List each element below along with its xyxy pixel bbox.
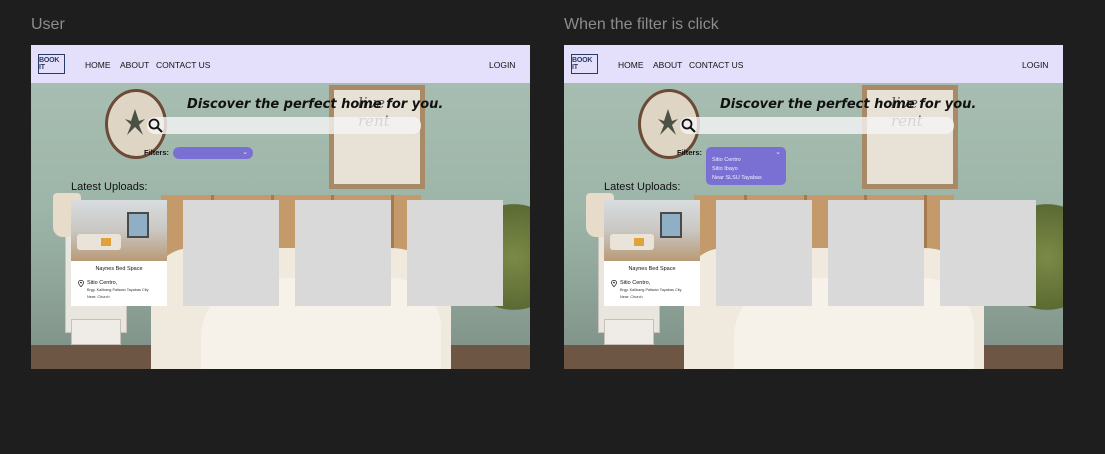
user-screen: BOOK IT HOME ABOUT CONTACT US LOGIN live… [31,45,530,369]
listing-photo [604,200,700,261]
latest-uploads-title: Latest Uploads: [71,181,148,193]
logo-text: BOOK IT [572,57,593,71]
listing-address: Sitio Centro, [87,280,118,286]
listing-address-detail: Brgy. Kalibang Paliwan Tayabas City [620,288,682,292]
nightstand-drawer [71,319,121,345]
logo[interactable]: BOOK IT [38,54,65,74]
listing-address: Sitio Centro, [620,280,651,286]
filter-open-screen: BOOK IT HOME ABOUT CONTACT US LOGIN live… [564,45,1063,369]
navbar: BOOK IT HOME ABOUT CONTACT US LOGIN [31,45,530,83]
listing-landmark: Near: Church [87,295,110,299]
placeholder-card[interactable] [183,200,279,306]
listing-address-detail: Brgy. Kalibang Paliwan Tayabas City [87,288,149,292]
placeholder-card[interactable] [716,200,812,306]
pillow [634,238,644,246]
filter-dropdown[interactable]: ⌄ [173,147,253,159]
window [660,212,682,238]
tagline: Discover the perfect home for you. [720,97,977,112]
logo-text: BOOK IT [39,57,60,71]
logo[interactable]: BOOK IT [571,54,598,74]
sofa [77,234,121,250]
sofa [610,234,654,250]
placeholder-card[interactable] [407,200,503,306]
tagline: Discover the perfect home for you. [187,97,444,112]
nav-about-link[interactable]: ABOUT [653,60,682,70]
chevron-down-icon: ⌄ [775,148,781,156]
filters-label: Filters: [144,148,170,157]
frame-title-filter-open: When the filter is click [564,16,719,33]
filter-option[interactable]: Sitio Centro [712,157,741,163]
listing-photo [71,200,167,261]
location-pin-icon [611,280,617,287]
placeholder-card[interactable] [940,200,1036,306]
leaf-decoration [125,109,145,135]
filter-option[interactable]: Near SLSU Tayabas [712,175,762,181]
search-icon[interactable] [681,118,697,134]
filter-dropdown-open[interactable]: ⌄ Sitio Centro Sitio Ibayo Near SLSU Tay… [706,147,786,185]
nav-about-link[interactable]: ABOUT [120,60,149,70]
nav-login-link[interactable]: LOGIN [1022,60,1048,70]
listing-name: Naynes Bed Space [95,266,143,272]
nav-login-link[interactable]: LOGIN [489,60,515,70]
search-input[interactable] [680,117,954,134]
nav-home-link[interactable]: HOME [618,60,644,70]
placeholder-card[interactable] [828,200,924,306]
nav-contact-link[interactable]: CONTACT US [156,60,210,70]
nav-home-link[interactable]: HOME [85,60,111,70]
location-pin-icon [78,280,84,287]
leaf-decoration [658,109,678,135]
window [127,212,149,238]
listing-name: Naynes Bed Space [628,266,676,272]
pillow [101,238,111,246]
listing-card[interactable]: Naynes Bed Space Sitio Centro, Brgy. Kal… [71,200,167,306]
listing-landmark: Near: Church [620,295,643,299]
nav-contact-link[interactable]: CONTACT US [689,60,743,70]
search-icon[interactable] [148,118,164,134]
search-input[interactable] [147,117,421,134]
filter-option[interactable]: Sitio Ibayo [712,166,738,172]
latest-uploads-title: Latest Uploads: [604,181,681,193]
listing-card[interactable]: Naynes Bed Space Sitio Centro, Brgy. Kal… [604,200,700,306]
chevron-down-icon: ⌄ [242,148,248,156]
filters-label: Filters: [677,148,703,157]
navbar: BOOK IT HOME ABOUT CONTACT US LOGIN [564,45,1063,83]
placeholder-card[interactable] [295,200,391,306]
frame-title-user: User [31,16,65,33]
nightstand-drawer [604,319,654,345]
